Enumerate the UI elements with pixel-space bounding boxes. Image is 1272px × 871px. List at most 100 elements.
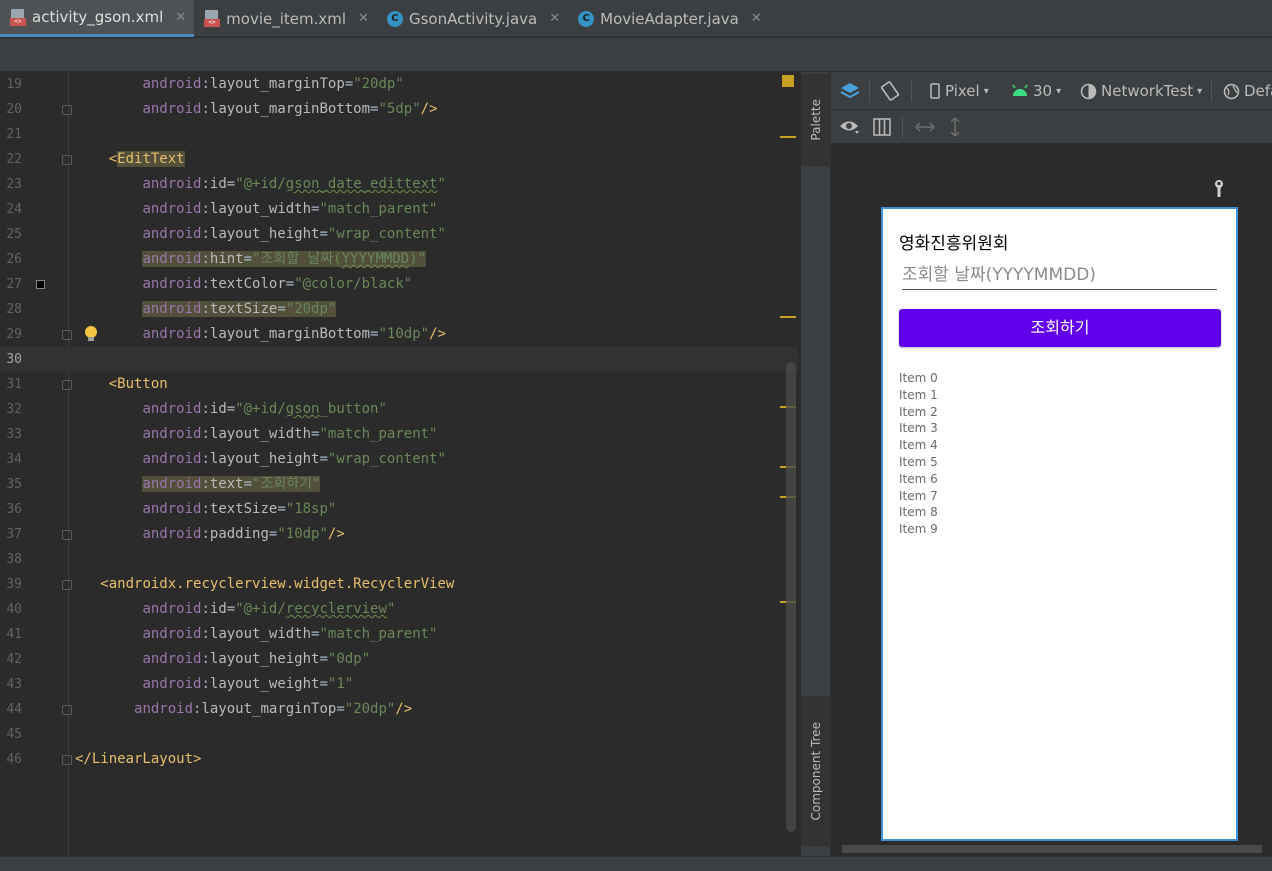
fold-marker-icon[interactable]: [62, 580, 72, 590]
design-surface-button[interactable]: [839, 72, 861, 110]
code-line[interactable]: 35 android:text="조회하기": [0, 472, 798, 497]
code-line[interactable]: 46 </LinearLayout>: [0, 747, 798, 772]
code-line[interactable]: 42 android:layout_height="0dp": [0, 647, 798, 672]
palette-tab[interactable]: Palette: [801, 74, 831, 166]
code-line[interactable]: 23 android:id="@+id/gson_date_edittext": [0, 172, 798, 197]
fold-marker-icon[interactable]: [62, 380, 72, 390]
code-editor[interactable]: 19 android:layout_marginTop="20dp" 20 and…: [0, 72, 798, 856]
toolbar-separator: [869, 80, 870, 102]
code-text: <Button: [108, 376, 168, 392]
lightbulb-icon[interactable]: [84, 326, 98, 342]
fold-marker-icon[interactable]: [62, 155, 72, 165]
orientation-button[interactable]: [879, 72, 901, 110]
code-line[interactable]: 43 android:layout_weight="1": [0, 672, 798, 697]
line-number: 42: [6, 652, 22, 667]
api-selector[interactable]: 30 ▾: [1011, 72, 1061, 110]
android-icon: [1012, 84, 1028, 96]
line-number: 25: [6, 227, 22, 242]
fold-marker-icon[interactable]: [62, 105, 72, 115]
code-line[interactable]: 27 android:textColor="@color/black": [0, 272, 798, 297]
view-options-button[interactable]: [839, 110, 861, 144]
code-line[interactable]: 39 <androidx.recyclerview.widget.Recycle…: [0, 572, 798, 597]
component-tree-tab[interactable]: Component Tree: [801, 696, 831, 846]
list-item[interactable]: Item 9: [899, 521, 938, 538]
locale-selector[interactable]: Defa: [1223, 72, 1272, 110]
vertical-scrollbar[interactable]: [786, 362, 796, 832]
preview-recyclerview[interactable]: Item 0 Item 1 Item 2 Item 3 Item 4 Item 5 Item…: [899, 370, 938, 538]
code-line[interactable]: 20 android:layout_marginBottom="5dp"/>: [0, 97, 798, 122]
device-selector[interactable]: Pixel ▾: [929, 72, 989, 110]
fold-marker-icon[interactable]: [62, 705, 72, 715]
list-item[interactable]: Item 2: [899, 404, 938, 421]
close-icon[interactable]: ✕: [549, 11, 560, 26]
line-number: 19: [6, 77, 22, 92]
tab-gson-activity-java[interactable]: C GsonActivity.java ✕: [377, 0, 568, 37]
line-number: 21: [6, 127, 22, 142]
code-line[interactable]: 29 android:layout_marginBottom="10dp"/>: [0, 322, 798, 347]
list-item[interactable]: Item 0: [899, 370, 938, 387]
list-item[interactable]: Item 7: [899, 488, 938, 505]
design-toolbar-secondary: [831, 110, 1272, 144]
tab-movie-adapter-java[interactable]: C MovieAdapter.java ✕: [568, 0, 770, 37]
list-item[interactable]: Item 5: [899, 454, 938, 471]
code-line[interactable]: 22 <EditText: [0, 147, 798, 172]
blueprint-toggle[interactable]: [873, 110, 891, 144]
code-text: android:layout_width="match_parent": [142, 426, 438, 442]
tab-activity-gson-xml[interactable]: <> activity_gson.xml ✕: [0, 0, 195, 37]
theme-selector[interactable]: NetworkTest ▾: [1080, 72, 1202, 110]
horizontal-resize-button[interactable]: [915, 110, 935, 144]
code-line[interactable]: 21: [0, 122, 798, 147]
tab-label: movie_item.xml: [226, 9, 347, 28]
code-line[interactable]: 31 <Button: [0, 372, 798, 397]
code-line[interactable]: 37 android:padding="10dp"/>: [0, 522, 798, 547]
preview-date-edittext[interactable]: 조회할 날짜(YYYYMMDD): [902, 260, 1217, 290]
line-number: 44: [6, 702, 22, 717]
code-text: android:layout_width="match_parent": [142, 626, 438, 642]
code-line[interactable]: 44 android:layout_marginTop="20dp"/>: [0, 697, 798, 722]
code-line[interactable]: 36 android:textSize="18sp": [0, 497, 798, 522]
code-text: android:id="@+id/recyclerview": [142, 601, 396, 617]
code-line[interactable]: 19 android:layout_marginTop="20dp": [0, 72, 798, 97]
color-swatch-icon[interactable]: [36, 280, 45, 289]
close-icon[interactable]: ✕: [175, 10, 186, 25]
warning-indicator-icon[interactable]: [782, 75, 794, 87]
vertical-resize-button[interactable]: [949, 110, 961, 144]
code-line[interactable]: 25 android:layout_height="wrap_content": [0, 222, 798, 247]
close-icon[interactable]: ✕: [358, 11, 369, 26]
fold-marker-icon[interactable]: [62, 530, 72, 540]
list-item[interactable]: Item 8: [899, 504, 938, 521]
code-line[interactable]: 28 android:textSize="20dp": [0, 297, 798, 322]
list-item[interactable]: Item 3: [899, 420, 938, 437]
tab-label: activity_gson.xml: [32, 8, 164, 26]
line-number: 35: [6, 477, 22, 492]
horizontal-scrollbar[interactable]: [842, 845, 1262, 853]
wrench-icon[interactable]: [1214, 180, 1224, 198]
warning-marker[interactable]: [780, 136, 796, 138]
arrows-vertical-icon: [950, 117, 960, 137]
code-line[interactable]: 34 android:layout_height="wrap_content": [0, 447, 798, 472]
code-line[interactable]: 30: [0, 347, 798, 372]
code-text: android:text="조회하기": [142, 476, 321, 492]
fold-marker-icon[interactable]: [62, 755, 72, 765]
code-line[interactable]: 45: [0, 722, 798, 747]
status-bar: [0, 856, 1272, 871]
code-line[interactable]: 24 android:layout_width="match_parent": [0, 197, 798, 222]
code-text: android:layout_height="wrap_content": [142, 226, 446, 242]
code-line[interactable]: 33 android:layout_width="match_parent": [0, 422, 798, 447]
java-class-icon: C: [578, 10, 595, 27]
code-text: android:layout_height="wrap_content": [142, 451, 446, 467]
code-line[interactable]: 40 android:id="@+id/recyclerview": [0, 597, 798, 622]
list-item[interactable]: Item 6: [899, 471, 938, 488]
warning-marker[interactable]: [780, 316, 796, 318]
code-line[interactable]: 38: [0, 547, 798, 572]
code-line[interactable]: 32 android:id="@+id/gson_button": [0, 397, 798, 422]
close-icon[interactable]: ✕: [751, 11, 762, 26]
list-item[interactable]: Item 4: [899, 437, 938, 454]
tab-movie-item-xml[interactable]: <> movie_item.xml ✕: [194, 0, 377, 37]
code-line[interactable]: 41 android:layout_width="match_parent": [0, 622, 798, 647]
fold-marker-icon[interactable]: [62, 330, 72, 340]
code-line[interactable]: 26 android:hint="조회할 날짜(YYYYMMDD)": [0, 247, 798, 272]
list-item[interactable]: Item 1: [899, 387, 938, 404]
device-preview[interactable]: 영화진흥위원회 조회할 날짜(YYYYMMDD) 조회하기 Item 0 Item…: [881, 207, 1238, 841]
preview-query-button[interactable]: 조회하기: [899, 309, 1221, 347]
